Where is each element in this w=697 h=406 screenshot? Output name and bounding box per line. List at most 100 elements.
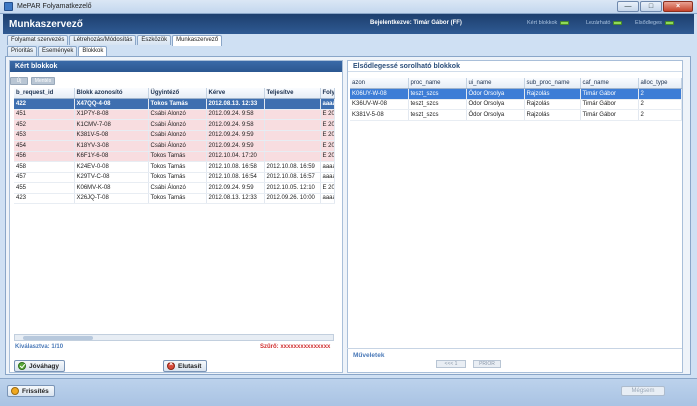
cell: 2012.09.24. 9:59: [206, 182, 265, 194]
cell: [264, 119, 321, 131]
tab-folyamat-szervezes[interactable]: Folyamat szervezés: [7, 35, 69, 45]
window-titlebar: MePAR Folyamatkezelő — □ ×: [0, 0, 697, 14]
maximize-button[interactable]: □: [640, 1, 662, 12]
column-header[interactable]: Teljesítve: [264, 88, 321, 99]
cell: Timár Gábor: [580, 99, 639, 110]
column-header[interactable]: alloc_type: [638, 78, 682, 89]
cell: 457: [14, 172, 75, 183]
cell: X47QQ-4-08: [74, 98, 149, 110]
cell: X26JQ-T-08: [74, 193, 149, 204]
status-label: Elsődleges: [635, 20, 662, 26]
cell: 456: [14, 151, 75, 162]
column-header[interactable]: Foly: [320, 88, 335, 99]
cell: E 20: [320, 151, 335, 162]
cell: 2012.09.26. 10:00: [264, 193, 321, 204]
table-row[interactable]: 423 X26JQ-T-08 Tokos Tamás 2012.08.13. 12:3…: [14, 193, 335, 204]
cell: K06MV-K-08: [74, 182, 149, 194]
prior-button[interactable]: PRIOR: [473, 360, 501, 368]
scrollbar-thumb[interactable]: [23, 336, 93, 340]
tab-munkaszervezo[interactable]: Munkaszervező: [172, 35, 223, 46]
cell: K6F1Y-6-08: [74, 151, 149, 162]
cell: Timár Gábor: [580, 88, 639, 100]
status-led-icon: [560, 21, 570, 25]
table-row[interactable]: K36UV-W-08 teszt_szcs Ödor Orsolya Rajzolás…: [350, 99, 682, 110]
cell: teszt_szcs: [408, 88, 467, 100]
cell: Tokos Tamás: [148, 151, 207, 162]
app-header: Munkaszervező Bejelentkezve: Timár Gábor…: [3, 14, 694, 34]
cell: 451: [14, 109, 75, 120]
reject-button[interactable]: Elutasít: [163, 360, 208, 372]
tab-eszkozok[interactable]: Eszközök: [137, 35, 172, 45]
table-row[interactable]: 455 K06MV-K-08 Csábi Álonzó 2012.09.24. 9:5…: [14, 182, 335, 194]
cell: 2: [638, 88, 682, 100]
table-row[interactable]: 422 X47QQ-4-08 Tokos Tamás 2012.08.13. 12:3…: [14, 98, 335, 110]
status-led-icon: [664, 21, 674, 25]
cell: 2012.10.08. 16:58: [206, 161, 265, 173]
move-back-button[interactable]: <<< 1: [436, 360, 466, 368]
cell: Rajzolás: [524, 88, 581, 100]
close-icon: [167, 361, 175, 370]
cell: 2012.09.24. 9:59: [206, 140, 265, 152]
cell: 2: [638, 99, 682, 110]
new-button[interactable]: Új: [10, 77, 28, 85]
table-header-row: b_request_id Blokk azonosító Ügyintéző K…: [14, 88, 335, 99]
table-row[interactable]: K381V-5-08 teszt_szcs Ödor Orsolya Rajzolás…: [350, 109, 682, 121]
column-header[interactable]: b_request_id: [14, 88, 75, 99]
tab-letrehozas-modositas[interactable]: Létrehozás/Módosítás: [69, 35, 137, 45]
table-row[interactable]: 454 K18YV-3-08 Csábi Álonzó 2012.09.24. 9:5…: [14, 140, 335, 152]
tab-prioritas[interactable]: Prioritás: [7, 46, 38, 56]
cell: K381V-5-08: [74, 130, 149, 141]
cell: K06UY-W-08: [350, 88, 409, 100]
cell: aaaa: [320, 98, 335, 110]
cell: teszt_szcs: [408, 109, 467, 121]
cell: 2012.08.13. 12:33: [206, 98, 265, 110]
column-header[interactable]: Blokk azonosító: [74, 88, 149, 99]
column-header[interactable]: azon: [350, 78, 409, 89]
sub-tabs: Prioritás Események Blokkok: [7, 46, 108, 57]
column-header[interactable]: ui_name: [466, 78, 525, 89]
cell: E 20: [320, 119, 335, 131]
cell: Ödor Orsolya: [466, 99, 525, 110]
minimize-button[interactable]: —: [617, 1, 639, 12]
cell: 458: [14, 161, 75, 173]
cell: K36UV-W-08: [350, 99, 409, 110]
cell: 2012.08.13. 12:33: [206, 193, 265, 204]
table-row[interactable]: 451 X1P7Y-8-08 Csábi Álonzó 2012.09.24. 9:5…: [14, 109, 335, 120]
refresh-button[interactable]: Frissítés: [7, 385, 55, 397]
close-button[interactable]: ×: [663, 1, 693, 12]
horizontal-scrollbar[interactable]: [14, 334, 334, 341]
column-header[interactable]: proc_name: [408, 78, 467, 89]
column-header[interactable]: caf_name: [580, 78, 639, 89]
table-row[interactable]: 456 K6F1Y-6-08 Tokos Tamás 2012.10.04. 17:2…: [14, 151, 335, 162]
cell: K29TV-C-08: [74, 172, 149, 183]
cell: 455: [14, 182, 75, 194]
button-label: Frissítés: [22, 387, 49, 395]
approve-button[interactable]: Jóváhagy: [14, 360, 65, 372]
cell: 2012.10.08. 16:59: [264, 161, 321, 173]
column-header[interactable]: Kérve: [206, 88, 265, 99]
tab-esemenyek[interactable]: Események: [38, 46, 78, 56]
cell: K1CMV-7-08: [74, 119, 149, 131]
primary-blocks-table: azon proc_name ui_name sub_proc_name caf…: [350, 78, 682, 121]
cell: Tokos Tamás: [148, 161, 207, 173]
cancel-button[interactable]: Mégsem: [621, 386, 665, 396]
cell: 2012.10.04. 17:20: [206, 151, 265, 162]
column-header[interactable]: sub_proc_name: [524, 78, 581, 89]
column-header[interactable]: Ügyintéző: [148, 88, 207, 99]
table-row[interactable]: 458 K24EV-0-08 Tokos Tamás 2012.10.08. 16:5…: [14, 161, 335, 173]
check-icon: [18, 362, 26, 370]
actions-title: Műveletek: [353, 352, 385, 359]
table-row[interactable]: 452 K1CMV-7-08 Csábi Álonzó 2012.09.24. 9:5…: [14, 119, 335, 131]
actions-section: Műveletek <<< 1 PRIOR: [347, 348, 682, 370]
cell: X1P7Y-8-08: [74, 109, 149, 120]
cell: Csábi Álonzó: [148, 109, 207, 120]
cell: Csábi Álonzó: [148, 130, 207, 141]
cell: 454: [14, 140, 75, 152]
table-row[interactable]: K06UY-W-08 teszt_szcs Ödor Orsolya Rajzolás…: [350, 88, 682, 100]
save-button[interactable]: Mentés: [31, 77, 55, 85]
table-row[interactable]: 453 K381V-5-08 Csábi Álonzó 2012.09.24. 9:5…: [14, 130, 335, 141]
cell: [264, 109, 321, 120]
window-title: MePAR Folyamatkezelő: [17, 3, 92, 10]
cell: K381V-5-08: [350, 109, 409, 121]
table-row[interactable]: 457 K29TV-C-08 Tokos Tamás 2012.10.08. 16:5…: [14, 172, 335, 183]
